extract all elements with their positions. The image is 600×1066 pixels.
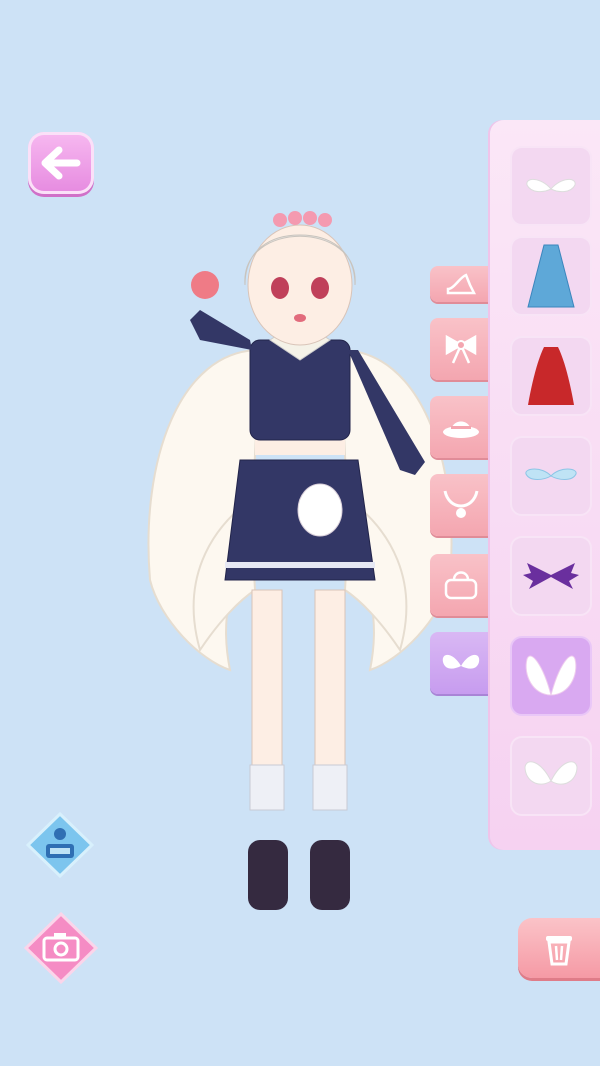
item-panel [490, 120, 600, 850]
item-slot-purple-bat-wings[interactable] [510, 536, 592, 616]
category-tab-hats[interactable] [430, 396, 492, 458]
arrow-left-icon [41, 146, 81, 180]
bow-icon [445, 334, 477, 364]
category-tab-bows[interactable] [430, 318, 492, 380]
white-fluffy-wings-icon [524, 761, 578, 785]
red-cape-icon [528, 347, 574, 405]
hat-icon [443, 421, 479, 438]
trash-can-icon [546, 936, 572, 966]
small-white-wings-icon [526, 179, 576, 193]
item-slot-white-fluffy-wings[interactable] [510, 736, 592, 816]
handbag-icon [444, 571, 478, 600]
back-button[interactable] [28, 132, 94, 194]
necklace-icon [443, 490, 479, 518]
category-tab-shoes[interactable] [430, 266, 492, 302]
item-slot-red-cape[interactable] [510, 336, 592, 416]
item-slot-white-angel-wings[interactable] [510, 636, 592, 716]
item-slot-small-white-wings[interactable] [510, 146, 592, 226]
white-angel-wings-icon [525, 655, 577, 696]
purple-bat-wings-icon [523, 563, 579, 589]
camera-button[interactable] [24, 912, 98, 984]
item-slot-blue-cape[interactable] [510, 236, 592, 316]
item-slot-blue-small-wings[interactable] [510, 436, 592, 516]
category-tab-necklaces[interactable] [430, 474, 492, 536]
category-tab-wings[interactable] [430, 632, 492, 694]
blue-small-wings-icon [525, 468, 577, 480]
avatar-button[interactable] [26, 812, 94, 878]
remove-item-button[interactable] [518, 918, 600, 978]
category-tab-bags[interactable] [430, 554, 492, 616]
dressed-character [147, 211, 453, 910]
blue-cape-icon [527, 244, 575, 308]
high-heel-icon [446, 273, 477, 295]
wings-icon [442, 654, 480, 669]
